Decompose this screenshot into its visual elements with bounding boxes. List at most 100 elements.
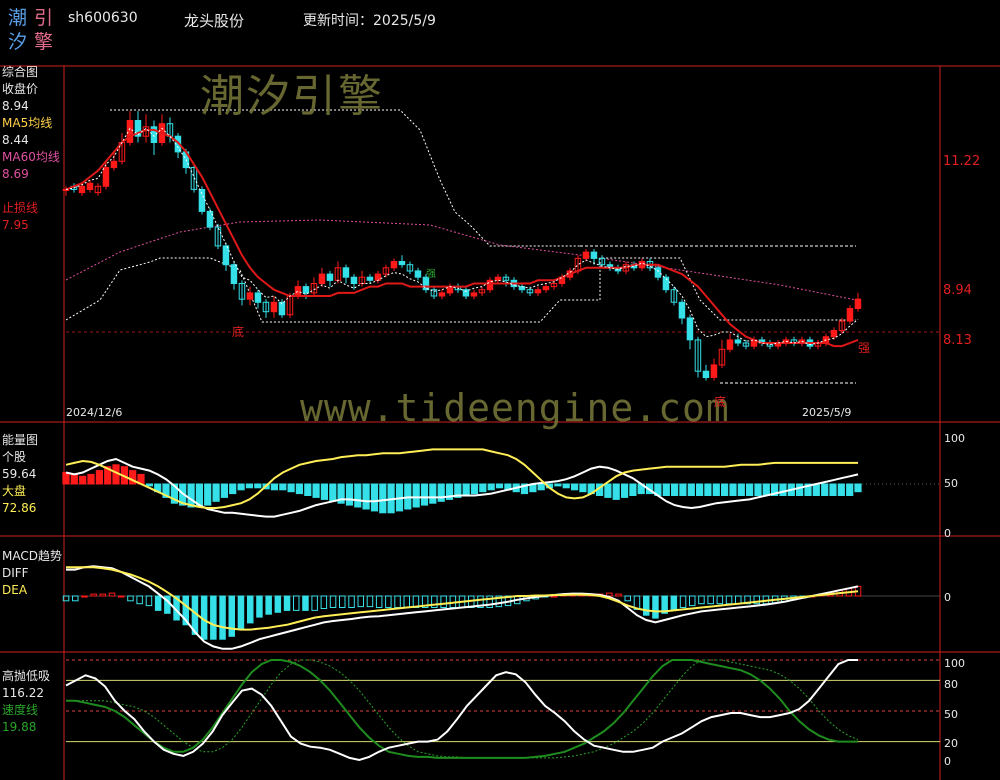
energy-bar — [212, 483, 220, 502]
speed-shadow-line — [66, 659, 859, 759]
energy-bar — [796, 483, 804, 496]
panel2-title: 能量图 — [2, 433, 39, 447]
market-label: 大盘 — [2, 484, 27, 498]
energy-bar — [462, 483, 470, 496]
marker-bottom: 底 — [714, 395, 727, 409]
panel1-title: 综合图 — [2, 65, 39, 79]
marker-bottom: 底 — [232, 325, 245, 339]
macd-bar — [725, 595, 733, 605]
close-value: 8.94 — [2, 99, 29, 113]
macd-bar — [320, 595, 328, 609]
candle — [710, 364, 718, 378]
macd-bar — [357, 595, 364, 608]
energy-bar — [746, 483, 754, 496]
right-label: 8.94 — [943, 283, 972, 298]
tick-label: 20 — [944, 737, 958, 750]
energy-bar — [846, 483, 854, 496]
energy-bar — [420, 483, 429, 506]
macd-bar — [210, 595, 217, 640]
macd-bar — [293, 595, 300, 611]
energy-bar — [837, 483, 845, 496]
candle — [390, 261, 398, 269]
envelope-upper — [110, 109, 580, 247]
watermark-cn: 潮汐引擎 — [200, 71, 384, 122]
energy-bar — [621, 483, 629, 498]
macd-bar — [679, 595, 687, 608]
macd-bar — [624, 595, 631, 602]
energy-bar — [304, 483, 312, 496]
macd-bar — [403, 595, 410, 608]
macd-bar — [283, 595, 291, 611]
energy-bar — [712, 483, 720, 496]
macd-bar — [302, 595, 309, 611]
energy-bar — [370, 483, 379, 512]
energy-bar — [412, 483, 420, 508]
energy-bar — [812, 483, 820, 496]
energy-bar — [437, 483, 445, 502]
energy-bar — [537, 483, 545, 491]
candle — [366, 276, 374, 281]
energy-bar — [571, 483, 579, 491]
candle — [342, 267, 350, 278]
macd-bar — [265, 595, 272, 615]
macd-bar — [247, 595, 254, 624]
macd-bar — [219, 595, 226, 640]
date-left: 2024/12/6 — [66, 406, 123, 419]
market-value: 72.86 — [2, 501, 37, 515]
energy-bar — [429, 483, 437, 504]
speed-label: 速度线 — [2, 703, 39, 717]
tick-label: 100 — [944, 432, 965, 445]
energy-bar — [329, 483, 337, 502]
energy-bar — [779, 483, 787, 496]
energy-bar — [287, 483, 295, 493]
energy-bar — [487, 483, 495, 491]
close-label: 收盘价 — [2, 82, 39, 96]
panel2-labels: 能量图 个股 59.64 大盘 72.86 — [2, 432, 38, 517]
macd-bar — [154, 595, 162, 611]
marker-strong: 强 — [858, 341, 871, 355]
energy-bar — [95, 470, 104, 485]
energy-bar — [279, 483, 287, 491]
energy-bar — [295, 483, 303, 495]
diff-label: DIFF — [2, 566, 29, 580]
panel1-labels: 综合图 收盘价 8.94 MA5均线 8.44 MA60均线 8.69 止损线 … — [2, 64, 60, 234]
speed-value: 19.88 — [2, 720, 37, 734]
energy-bar — [762, 483, 770, 496]
energy-bar — [79, 475, 87, 485]
energy-bar — [362, 483, 370, 510]
candle — [734, 339, 742, 344]
energy-bar — [62, 472, 70, 485]
candle — [126, 120, 134, 143]
right-label: 8.13 — [943, 333, 972, 348]
macd-bar — [707, 595, 714, 605]
panel-composite — [62, 109, 940, 384]
ma60-value: 8.69 — [2, 167, 29, 181]
ma5-label: MA5均线 — [2, 116, 53, 130]
stock-value: 59.64 — [2, 467, 37, 481]
tick-label: 80 — [944, 678, 958, 691]
energy-bar — [379, 483, 387, 514]
tick-label: 0 — [944, 755, 951, 768]
energy-bar — [612, 483, 620, 500]
energy-bar — [754, 483, 762, 496]
macd-bar — [99, 593, 107, 597]
candle — [198, 189, 206, 212]
energy-bar — [671, 483, 679, 496]
macd-bar — [366, 595, 374, 608]
energy-bar — [245, 483, 254, 489]
energy-bar — [270, 483, 278, 491]
candle — [702, 370, 710, 379]
candle — [542, 286, 550, 291]
energy-bar — [729, 483, 737, 496]
speed-line — [66, 659, 858, 759]
macd-bar — [118, 595, 125, 598]
candle — [294, 286, 302, 297]
candle — [102, 167, 110, 187]
ma5-value: 8.44 — [2, 133, 29, 147]
candle — [582, 251, 590, 259]
oscillator-value: 116.22 — [2, 686, 44, 700]
candle — [110, 160, 118, 169]
candle — [86, 182, 94, 190]
candle — [230, 264, 238, 285]
dea-label: DEA — [2, 583, 28, 597]
